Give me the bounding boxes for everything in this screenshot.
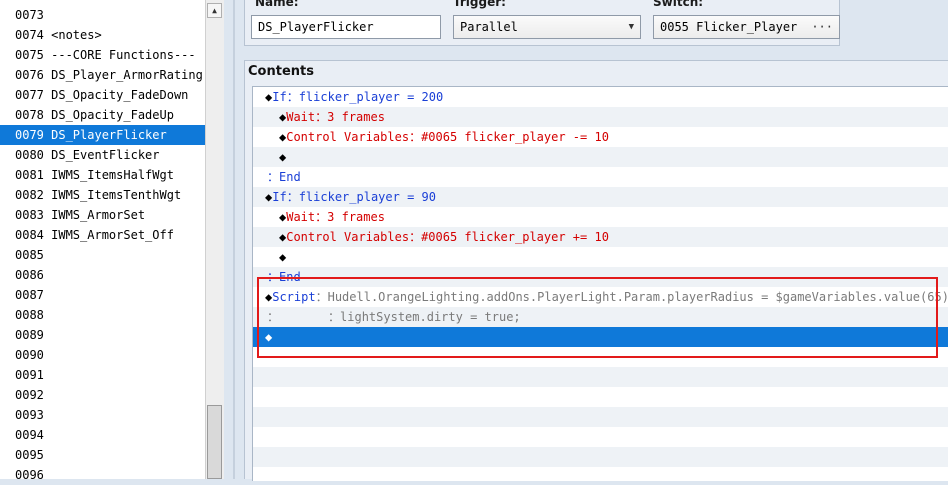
contents-group: Contents ◆If：flicker_player = 200 ◆Wait：… — [244, 60, 948, 481]
list-item[interactable]: 0086 — [0, 265, 205, 285]
command-args: flicker_player = 90 — [298, 190, 436, 204]
switch-value: 0055 Flicker_Player — [660, 20, 798, 34]
command-name: Control Variables — [286, 130, 410, 144]
command-row[interactable]: ◆If：flicker_player = 90 — [253, 187, 948, 207]
command-separator: ： — [286, 90, 299, 104]
scroll-thumb[interactable] — [207, 405, 222, 479]
list-item[interactable]: 0088 — [0, 305, 205, 325]
command-row[interactable]: ◆Wait：3 frames — [253, 107, 948, 127]
list-item[interactable]: 0080 DS_EventFlicker — [0, 145, 205, 165]
command-bullet-icon: ◆ — [279, 250, 287, 264]
script-code: lightSystem.dirty = true; — [340, 310, 521, 324]
name-label: Name: — [255, 0, 299, 9]
command-args: #0065 flicker_player += 10 — [421, 230, 609, 244]
script-code: Hudell.OrangeLighting.addOns.PlayerLight… — [327, 290, 948, 304]
command-row-blank — [253, 387, 948, 407]
command-row-selected[interactable]: ◆ — [253, 327, 948, 347]
command-branch-marker: ： — [267, 310, 280, 324]
list-item[interactable]: 0073 — [0, 5, 205, 25]
command-name: Control Variables — [286, 230, 410, 244]
list-item[interactable]: 0076 DS_Player_ArmorRating — [0, 65, 205, 85]
list-item[interactable]: 0078 DS_Opacity_FadeUp — [0, 105, 205, 125]
list-item[interactable]: 0081 IWMS_ItemsHalfWgt — [0, 165, 205, 185]
list-item[interactable]: 0096 — [0, 465, 205, 485]
command-row-script[interactable]: ◆Script：Hudell.OrangeLighting.addOns.Pla… — [253, 287, 948, 307]
command-row-blank — [253, 447, 948, 467]
list-item[interactable]: 0085 — [0, 245, 205, 265]
command-row-empty[interactable]: ◆ — [253, 147, 948, 167]
command-bullet-icon: ◆ — [265, 330, 273, 344]
command-separator: ： — [409, 230, 422, 244]
command-args: 3 frames — [327, 210, 385, 224]
chevron-down-icon: ▼ — [628, 22, 634, 32]
command-row-blank — [253, 407, 948, 427]
command-name: End — [279, 270, 301, 284]
more-dots-icon[interactable]: ··· — [811, 16, 833, 38]
command-name: End — [279, 170, 301, 184]
list-item[interactable]: 0082 IWMS_ItemsTenthWgt — [0, 185, 205, 205]
switch-label: Switch: — [653, 0, 704, 9]
command-row[interactable]: ◆If：flicker_player = 200 — [253, 87, 948, 107]
command-args: 3 frames — [327, 110, 385, 124]
command-row-empty[interactable]: ◆ — [253, 247, 948, 267]
list-item-selected[interactable]: 0079 DS_PlayerFlicker — [0, 125, 205, 145]
command-row-blank — [253, 367, 948, 387]
list-item[interactable]: 0094 — [0, 425, 205, 445]
command-row-blank — [253, 427, 948, 447]
command-separator: ： — [315, 210, 328, 224]
command-name: If — [272, 190, 287, 204]
list-item[interactable]: 0092 — [0, 385, 205, 405]
scroll-up-arrow-icon[interactable]: ▲ — [207, 3, 222, 18]
list-item[interactable]: 0095 — [0, 445, 205, 465]
command-row[interactable]: ：End — [253, 267, 948, 287]
list-item[interactable]: 0074 <notes> — [0, 25, 205, 45]
command-args: #0065 flicker_player -= 10 — [421, 130, 609, 144]
list-item[interactable]: 0089 — [0, 325, 205, 345]
list-scrollbar[interactable]: ▲ — [205, 0, 224, 479]
command-name: Wait — [286, 210, 316, 224]
contents-label: Contents — [248, 64, 314, 79]
trigger-select[interactable]: Parallel ▼ — [453, 15, 641, 39]
command-branch-marker: ： — [267, 170, 280, 184]
command-branch-marker: ： — [267, 270, 280, 284]
command-name: If — [272, 90, 287, 104]
list-item[interactable]: 0083 IWMS_ArmorSet — [0, 205, 205, 225]
command-separator: ： — [409, 130, 422, 144]
command-row[interactable]: ◆Control Variables：#0065 flicker_player … — [253, 227, 948, 247]
command-separator: ： — [315, 290, 328, 304]
common-event-list: 0073 0074 <notes> 0075 ---CORE Functions… — [0, 5, 205, 485]
command-row-blank — [253, 347, 948, 367]
panel-divider[interactable] — [233, 0, 235, 479]
list-item[interactable]: 0084 IWMS_ArmorSet_Off — [0, 225, 205, 245]
name-input[interactable]: DS_PlayerFlicker — [251, 15, 441, 39]
command-name: Wait — [286, 110, 316, 124]
command-name: Script — [272, 290, 316, 304]
command-separator: ： — [315, 110, 328, 124]
list-item[interactable]: 0090 — [0, 345, 205, 365]
trigger-label: Trigger: — [453, 0, 506, 9]
switch-selector[interactable]: 0055 Flicker_Player ··· — [653, 15, 840, 39]
command-row[interactable]: ：End — [253, 167, 948, 187]
common-event-list-panel: 0073 0074 <notes> 0075 ---CORE Functions… — [0, 0, 224, 482]
command-separator: ： — [286, 190, 299, 204]
command-args: flicker_player = 200 — [298, 90, 444, 104]
general-settings-group: Name: DS_PlayerFlicker Trigger: Parallel… — [244, 0, 840, 46]
event-command-list[interactable]: ◆If：flicker_player = 200 ◆Wait：3 frames … — [252, 86, 948, 481]
command-row[interactable]: ◆Control Variables：#0065 flicker_player … — [253, 127, 948, 147]
command-row[interactable]: ◆Wait：3 frames — [253, 207, 948, 227]
list-item[interactable]: 0075 ---CORE Functions--- — [0, 45, 205, 65]
list-item[interactable]: 0077 DS_Opacity_FadeDown — [0, 85, 205, 105]
command-row-script-continued[interactable]: ：：lightSystem.dirty = true; — [253, 307, 948, 327]
command-bullet-icon: ◆ — [279, 150, 287, 164]
trigger-value: Parallel — [460, 20, 518, 34]
command-separator: ： — [328, 310, 341, 324]
list-item[interactable]: 0091 — [0, 365, 205, 385]
list-item[interactable]: 0093 — [0, 405, 205, 425]
list-item[interactable]: 0087 — [0, 285, 205, 305]
